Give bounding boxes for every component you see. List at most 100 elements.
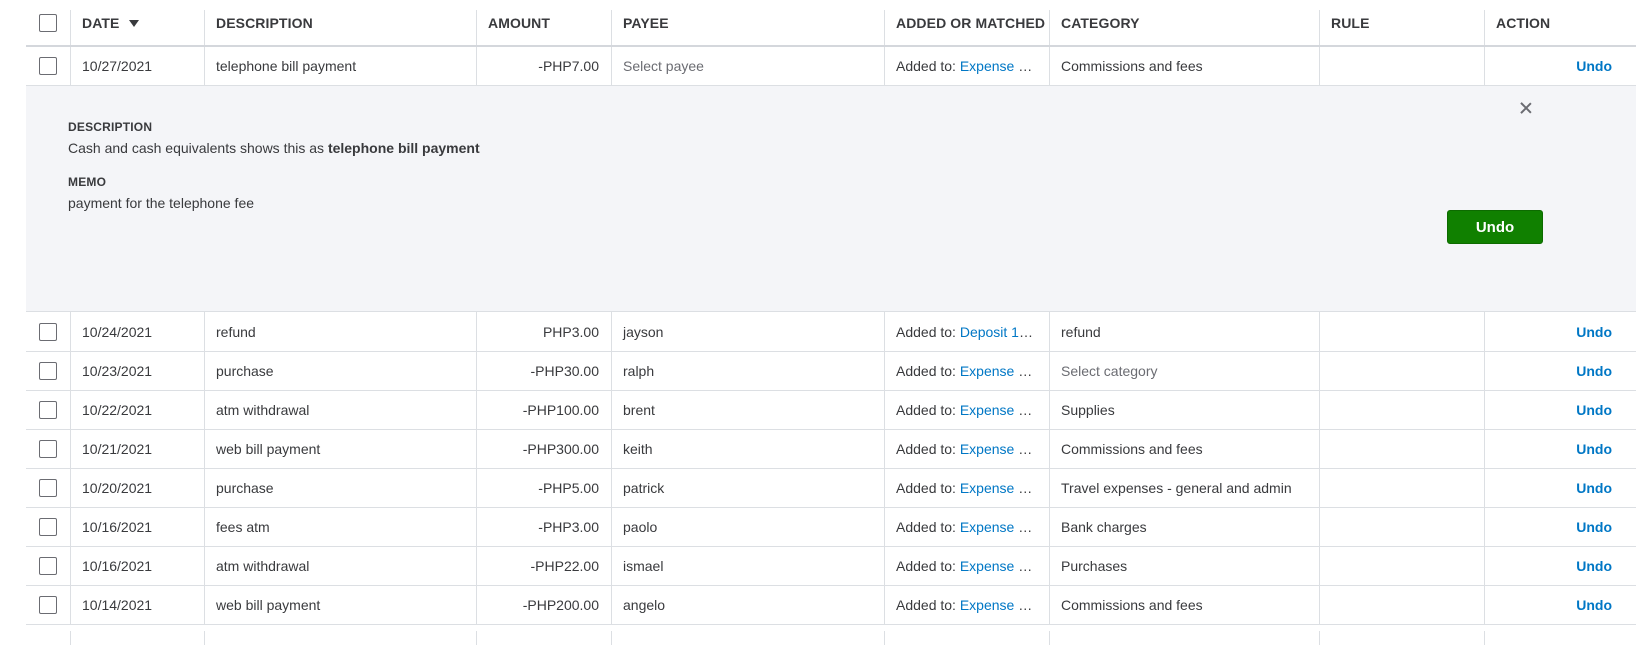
row-description: atm withdrawal (216, 402, 310, 418)
detail-description-value: telephone bill payment (327, 140, 480, 156)
column-header-payee: PAYEE (623, 14, 669, 31)
row-rule (1319, 391, 1484, 429)
row-undo-link[interactable]: Undo (1576, 558, 1612, 574)
row-action: Undo (1484, 508, 1636, 546)
row-undo-link[interactable]: Undo (1576, 324, 1612, 340)
row-checkbox[interactable] (39, 401, 57, 419)
row-added-link[interactable]: Expense 10/20/2021 (960, 480, 1037, 496)
row-date: 10/22/2021 (82, 402, 153, 418)
row-checkbox[interactable] (39, 362, 57, 380)
table-row[interactable]: 10/22/2021 atm withdrawal -PHP100.00 brent A… (26, 391, 1636, 430)
row-checkbox[interactable] (39, 518, 57, 536)
row-date: 10/20/2021 (82, 480, 153, 496)
row-rule (1319, 586, 1484, 624)
row-payee[interactable]: patrick (611, 469, 884, 507)
row-added-link[interactable]: Expense 10/23/2021 (960, 363, 1037, 379)
row-amount: -PHP100.00 (522, 402, 599, 418)
row-checkbox[interactable] (39, 322, 57, 341)
row-added-prefix: Added to: (896, 58, 960, 74)
row-added-prefix: Added to: (896, 597, 960, 613)
row-select-cell (26, 352, 70, 390)
row-payee[interactable]: keith (611, 430, 884, 468)
row-added-prefix: Added to: (896, 441, 960, 457)
table-row[interactable]: 10/21/2021 web bill payment -PHP300.00 keit… (26, 430, 1636, 469)
row-rule (1319, 47, 1484, 85)
table-row[interactable]: 10/20/2021 purchase -PHP5.00 patrick Added t… (26, 469, 1636, 508)
row-added-link[interactable]: Expense 10/14/2021 (960, 597, 1037, 613)
table-row[interactable]: 10/16/2021 fees atm -PHP3.00 paolo Added to:… (26, 508, 1636, 547)
row-added-link[interactable]: Expense 10/22/2021 (960, 402, 1037, 418)
row-category[interactable]: refund (1049, 312, 1319, 351)
row-payee[interactable]: angelo (611, 586, 884, 624)
row-description: atm withdrawal (216, 558, 310, 574)
row-select-cell (26, 586, 70, 624)
row-category[interactable]: Travel expenses - general and admin (1049, 469, 1319, 507)
close-icon[interactable] (1518, 100, 1534, 116)
row-date: 10/24/2021 (82, 323, 153, 340)
row-category[interactable]: Commissions and fees (1049, 47, 1319, 85)
row-action: Undo (1484, 469, 1636, 507)
row-checkbox[interactable] (39, 57, 57, 75)
table-row[interactable]: 10/14/2021 web bill payment -PHP200.00 ange… (26, 586, 1636, 625)
table-row-expanded[interactable]: 10/27/2021 telephone bill payment -PHP7.… (26, 47, 1636, 86)
row-description: fees atm (216, 519, 270, 535)
column-header-action: ACTION (1496, 14, 1551, 31)
row-date: 10/16/2021 (82, 558, 153, 574)
row-select-cell (26, 547, 70, 585)
row-checkbox[interactable] (39, 479, 57, 497)
table-header: DATE DESCRIPTION AMOUNT PAYEE ADDED OR M… (26, 0, 1636, 47)
row-payee[interactable]: brent (611, 391, 884, 429)
row-added-link[interactable]: Expense 10/27/2021 (960, 58, 1037, 74)
row-description: purchase (216, 363, 274, 379)
row-category[interactable]: Commissions and fees (1049, 430, 1319, 468)
row-payee[interactable]: jayson (611, 312, 884, 351)
row-category[interactable]: Commissions and fees (1049, 586, 1319, 624)
detail-description-prefix: Cash and cash equivalents shows this as (68, 140, 325, 156)
row-category[interactable]: Bank charges (1049, 508, 1319, 546)
row-added-link[interactable]: Deposit 10/24/2021 (960, 324, 1037, 340)
table-row[interactable]: 10/23/2021 purchase -PHP30.00 ralph Added to… (26, 352, 1636, 391)
row-payee[interactable]: ismael (611, 547, 884, 585)
row-checkbox[interactable] (39, 557, 57, 575)
row-added-or-matched: Added to: Expense 10/21/2021 (884, 430, 1049, 468)
row-added-link[interactable]: Expense 10/21/2021 (960, 441, 1037, 457)
row-amount: -PHP3.00 (538, 519, 599, 535)
row-rule (1319, 430, 1484, 468)
sort-descending-icon (129, 19, 140, 27)
row-undo-link[interactable]: Undo (1576, 58, 1612, 74)
row-checkbox[interactable] (39, 596, 57, 614)
row-undo-link[interactable]: Undo (1576, 519, 1612, 535)
row-undo-link[interactable]: Undo (1576, 402, 1612, 418)
row-undo-link[interactable]: Undo (1576, 480, 1612, 496)
table-row[interactable]: 10/16/2021 atm withdrawal -PHP22.00 ismael A… (26, 547, 1636, 586)
row-undo-link[interactable]: Undo (1576, 597, 1612, 613)
column-header-description: DESCRIPTION (216, 14, 313, 31)
table-row[interactable]: 10/24/2021 refund PHP3.00 jayson Added to: D… (26, 312, 1636, 352)
row-category[interactable]: Supplies (1049, 391, 1319, 429)
undo-button[interactable]: Undo (1447, 210, 1543, 244)
select-all-checkbox[interactable] (39, 13, 57, 32)
row-action: Undo (1484, 352, 1636, 390)
column-header-date[interactable]: DATE (70, 0, 204, 45)
row-undo-link[interactable]: Undo (1576, 363, 1612, 379)
row-payee[interactable]: ralph (611, 352, 884, 390)
row-action: Undo (1484, 586, 1636, 624)
row-select-cell (26, 469, 70, 507)
row-amount: -PHP200.00 (522, 597, 599, 613)
transaction-detail-panel: DESCRIPTION Cash and cash equivalents sh… (26, 86, 1636, 312)
row-added-link[interactable]: Expense 10/16/2021 (960, 558, 1037, 574)
row-date: 10/16/2021 (82, 519, 153, 535)
row-amount: -PHP30.00 (530, 363, 599, 379)
row-undo-link[interactable]: Undo (1576, 441, 1612, 457)
row-payee[interactable]: paolo (611, 508, 884, 546)
row-checkbox[interactable] (39, 440, 57, 458)
row-payee-select[interactable]: Select payee (611, 47, 884, 85)
detail-description-text: Cash and cash equivalents shows this as … (68, 140, 480, 156)
row-amount: PHP3.00 (542, 323, 599, 340)
row-added-or-matched: Added to: Deposit 10/24/2021 (884, 312, 1049, 351)
detail-memo-value: payment for the telephone fee (68, 195, 255, 211)
row-added-link[interactable]: Expense 10/16/2021 (960, 519, 1037, 535)
row-category[interactable]: Select category (1049, 352, 1319, 390)
row-category[interactable]: Purchases (1049, 547, 1319, 585)
row-added-or-matched: Added to: Expense 10/20/2021 (884, 469, 1049, 507)
